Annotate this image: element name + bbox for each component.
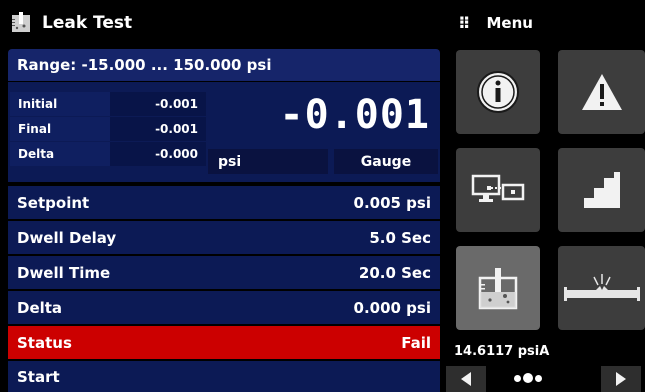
reading-row-final: Final -0.001 (10, 117, 206, 141)
burst-test-button[interactable] (558, 246, 645, 330)
page-title: Leak Test (42, 13, 133, 33)
warning-icon (581, 74, 622, 110)
warning-button[interactable] (558, 50, 645, 134)
dwell-time-row[interactable]: Dwell Time 20.0 Sec (8, 256, 440, 289)
reading-value: -0.001 (110, 92, 206, 116)
chevron-left-icon (461, 372, 471, 386)
param-value: 20.0 Sec (358, 263, 431, 282)
param-label: Start (17, 367, 60, 386)
status-row: Status Fail (8, 326, 440, 359)
range-display: Range: -15.000 ... 150.000 psi (8, 49, 440, 81)
param-value: 0.000 psi (353, 298, 431, 317)
reading-value: -0.001 (110, 117, 206, 141)
step-program-button[interactable] (558, 148, 645, 232)
unit-selector[interactable]: psi (208, 149, 328, 174)
page-indicator (514, 373, 542, 383)
page-navigation (442, 366, 645, 392)
param-label: Setpoint (17, 193, 90, 212)
page-dot-active (523, 373, 533, 383)
reading-label: Delta (10, 142, 110, 166)
param-label: Status (17, 333, 72, 352)
reading-row-delta: Delta -0.000 (10, 142, 206, 166)
status-badge: Fail (401, 333, 431, 352)
start-button[interactable]: Start (8, 361, 440, 392)
menu-grip-icon: ⠿ (458, 13, 471, 33)
step-program-icon (583, 172, 620, 208)
reading-value: -0.000 (110, 142, 206, 166)
setpoint-row[interactable]: Setpoint 0.005 psi (8, 186, 440, 219)
param-label: Dwell Delay (17, 228, 117, 247)
title-bar: Leak Test (0, 0, 442, 46)
burst-test-icon (563, 274, 640, 301)
reading-table: Initial -0.001 Final -0.001 Delta -0.000 (10, 92, 206, 167)
param-value: 5.0 Sec (369, 228, 431, 247)
info-icon (477, 71, 519, 113)
param-label: Delta (17, 298, 63, 317)
reading-label: Initial (10, 92, 110, 116)
leak-test-icon (478, 268, 518, 310)
menu-panel: ⠿ Menu 14.6117 psiA (442, 0, 645, 392)
reading-label: Final (10, 117, 110, 141)
delta-row[interactable]: Delta 0.000 psi (8, 291, 440, 324)
remote-button[interactable] (456, 148, 540, 232)
param-value: 0.005 psi (353, 193, 431, 212)
page-dot (535, 374, 542, 382)
leak-test-icon (12, 12, 30, 32)
dwell-delay-row[interactable]: Dwell Delay 5.0 Sec (8, 221, 440, 254)
page-dot (514, 374, 521, 382)
mode-selector[interactable]: Gauge (334, 149, 438, 174)
remote-connection-icon (471, 174, 525, 202)
param-label: Dwell Time (17, 263, 111, 282)
menu-title: Menu (486, 14, 533, 32)
leak-test-panel: Leak Test Range: -15.000 ... 150.000 psi… (0, 0, 442, 392)
previous-page-button[interactable] (446, 366, 486, 392)
barometer-reading: 14.6117 psiA (454, 344, 550, 359)
next-page-button[interactable] (601, 366, 641, 392)
reading-panel: Initial -0.001 Final -0.001 Delta -0.000… (8, 82, 440, 182)
menu-bar[interactable]: ⠿ Menu (442, 0, 645, 46)
reading-row-initial: Initial -0.001 (10, 92, 206, 116)
info-button[interactable] (456, 50, 540, 134)
chevron-right-icon (616, 372, 626, 386)
main-pressure-reading: -0.001 (279, 92, 430, 138)
leak-test-button[interactable] (456, 246, 540, 330)
